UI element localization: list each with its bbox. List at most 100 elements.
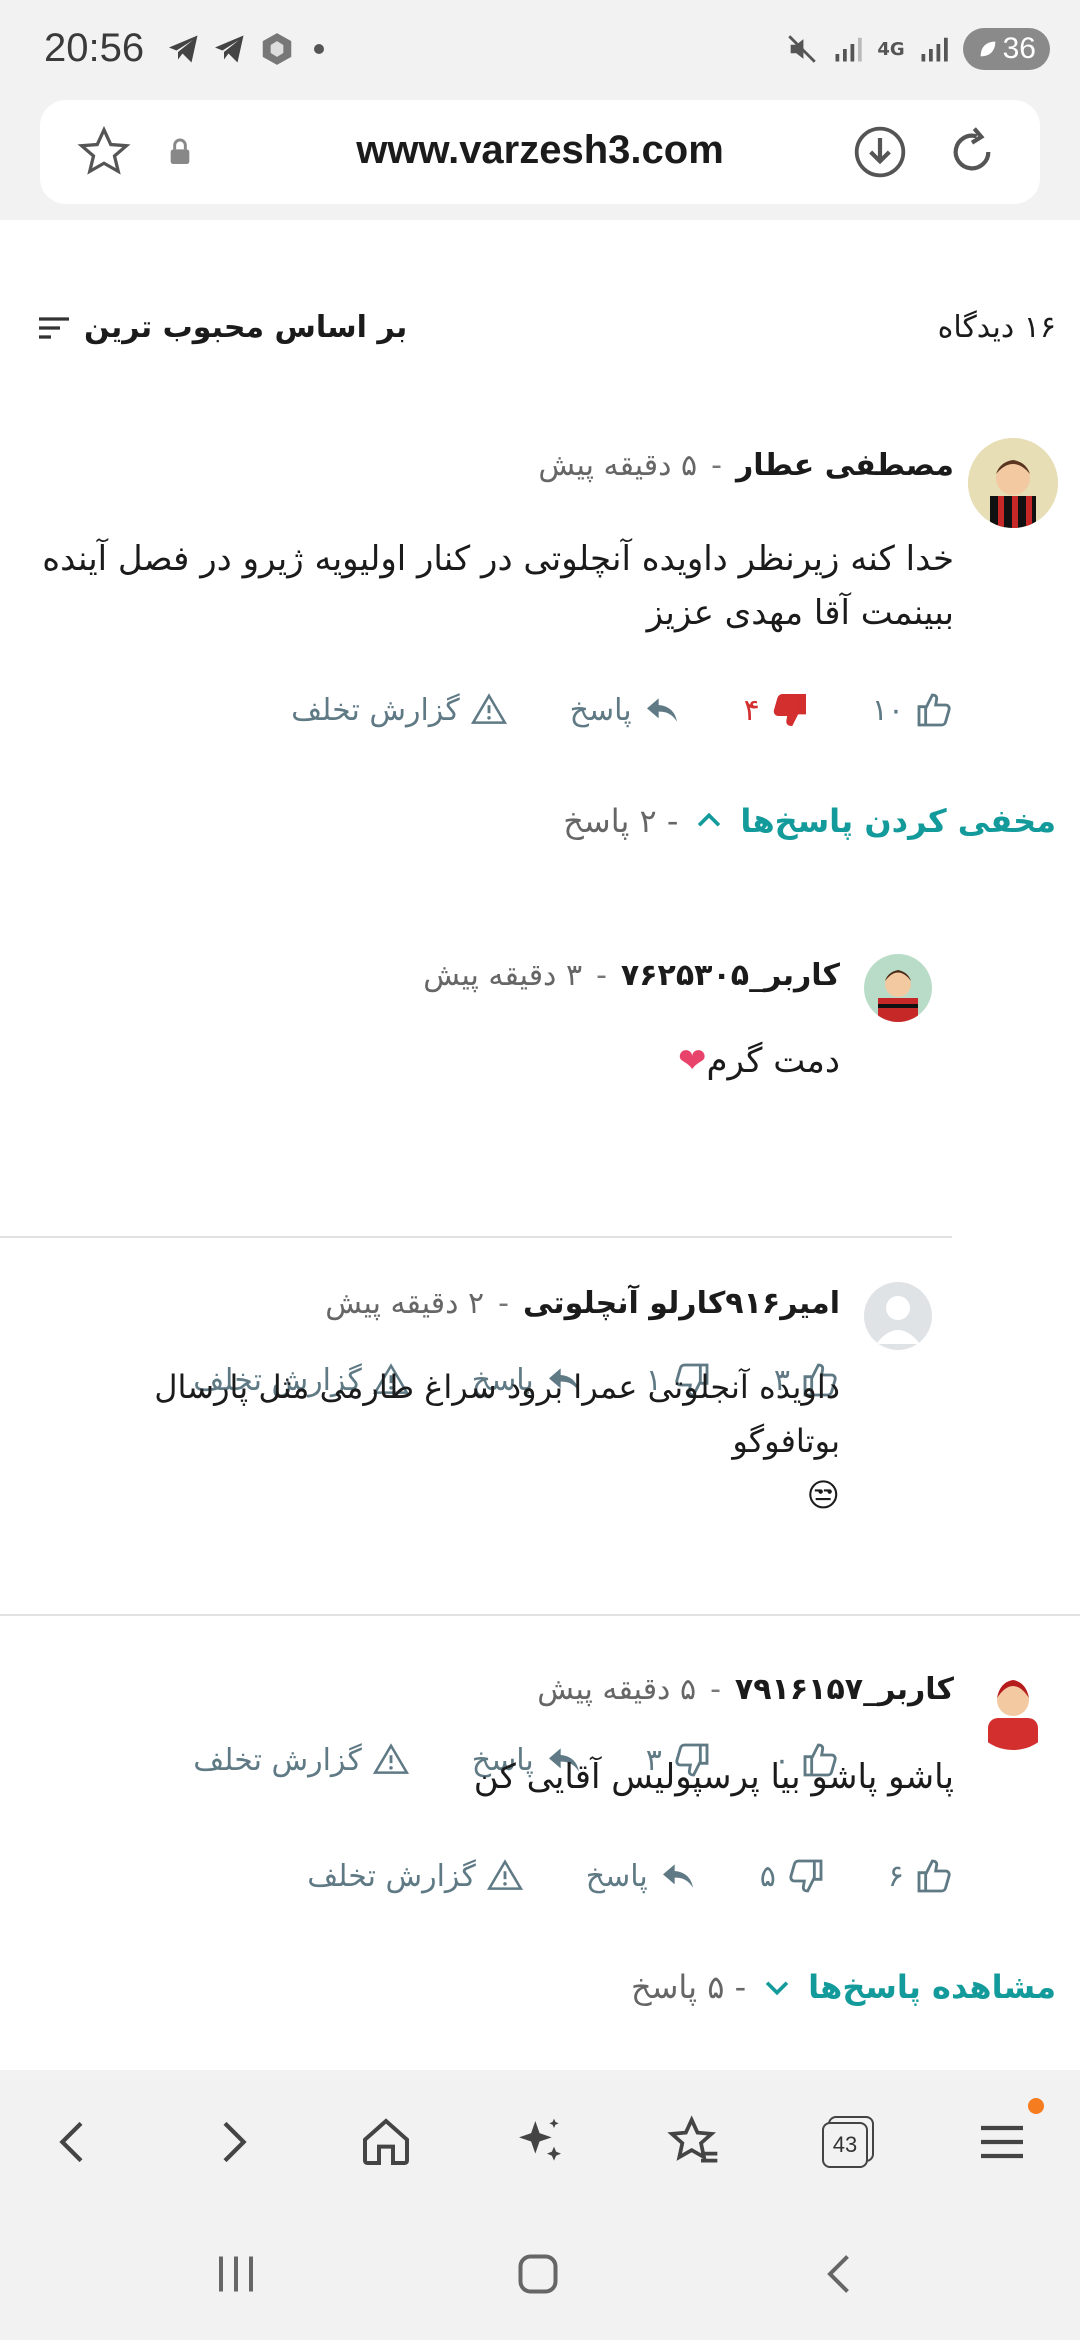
back-icon [827,2255,849,2293]
telegram-icon [215,35,244,63]
tabs-icon: 43 [822,2116,874,2168]
comment-text: دمت گرم❤ [677,1041,840,1081]
address-bar[interactable]: www.varzesh3.com [40,100,1040,204]
notification-dot-icon [314,44,324,54]
report-button[interactable]: گزارش تخلف [291,691,508,729]
comment-text: خدا کنه زیرنظر داویده آنچلوتی در کنار او… [42,539,954,633]
dislike-count: ۵ [759,1858,776,1894]
divider [0,1236,952,1238]
home-system-button[interactable] [508,2244,568,2308]
comment-text: داویده آنجلوتی عمرا برود سراغ طارمی مثل … [154,1368,840,1514]
hexagon-app-icon [262,33,292,65]
meta-separator: - [711,448,722,483]
warning-icon [486,1859,523,1890]
reply-count: - ۵ پاسخ [630,1968,747,2006]
report-button[interactable]: گزارش تخلف [307,1857,524,1895]
reply-label: پاسخ [569,692,632,728]
comment-time: ۲ دقیقه پیش [325,1286,485,1321]
avatar[interactable] [968,1660,1058,1750]
like-button[interactable]: ۶ [888,1856,954,1896]
telegram-icon [169,35,198,63]
sort-button[interactable]: بر اساس محبوب ترین [36,310,407,345]
avatar[interactable] [968,438,1058,528]
comment-time: ۳ دقیقه پیش [423,958,583,993]
browser-toolbar: www.varzesh3.com [0,100,1080,220]
battery-indicator: 36 [962,28,1050,70]
comment-actions: ۶ ۵ پاسخ گزارش تخلف [307,1856,954,1896]
sort-label: بر اساس محبوب ترین [84,310,408,345]
dislike-icon [789,1859,823,1893]
toggle-label: مشاهده پاسخ‌ها [808,1968,1056,2006]
unamused-emoji: 😒 [806,1476,840,1514]
recent-apps-icon [219,2256,253,2292]
home-button[interactable] [350,2106,422,2178]
like-count: ۱۰ [871,692,904,728]
forward-button[interactable] [196,2106,268,2178]
bookmarks-button[interactable] [658,2106,730,2178]
show-replies-toggle[interactable]: مشاهده پاسخ‌ها - ۵ پاسخ [631,1968,1056,2006]
ai-assistant-button[interactable] [504,2106,576,2178]
dislike-button[interactable]: ۴ [744,690,810,730]
hide-replies-toggle[interactable]: مخفی کردن پاسخ‌ها - ۲ پاسخ [563,802,1056,840]
reply-count: - ۲ پاسخ [563,802,679,840]
avatar[interactable] [864,954,932,1022]
signal-icon [921,37,948,62]
back-icon [59,2121,83,2163]
status-time: 20:56 [44,26,145,70]
reply-button[interactable]: پاسخ [586,1856,698,1896]
notification-dot-icon [1028,2098,1044,2114]
report-label: گزارش تخلف [291,692,460,728]
comment-author[interactable]: امیر۹۱۶کارلو آنچلوتی [523,1286,840,1321]
like-button[interactable]: ۱۰ [872,690,954,730]
reload-icon[interactable] [944,124,1000,180]
comment-meta: کاربر_۷۹۱۶۱۵۷-۵ دقیقه پیش [537,1672,954,1707]
chevron-up-icon [698,812,721,827]
heart-emoji: ❤ [677,1041,707,1081]
comment-author[interactable]: کاربر_۷۹۱۶۱۵۷ [735,1672,954,1707]
download-icon[interactable] [852,124,908,180]
comment-text: پاشو پاشو بیا پرسپولیس آقایی کن [473,1757,954,1797]
reply-icon [662,1864,693,1888]
comment-author[interactable]: کاربر_۷۶۲۵۳۰۵ [621,958,840,993]
leaf-icon [980,41,995,57]
recent-apps-button[interactable] [206,2244,266,2308]
menu-icon [981,2125,1023,2159]
reply-label: پاسخ [585,1858,648,1894]
system-back-button[interactable] [810,2244,870,2308]
status-bar: 20:56 4G 36 [0,0,1080,100]
bookmarks-icon [667,2115,718,2163]
comment-time: ۵ دقیقه پیش [538,448,698,483]
divider [0,1614,1080,1616]
sort-icon [39,316,69,339]
sparkle-icon [519,2118,561,2161]
comments-header: ۱۶ دیدگاه بر اساس محبوب ترین [0,310,1080,370]
chevron-down-icon [765,1981,789,1996]
tabs-button[interactable]: 43 [812,2106,884,2178]
home-square-icon [518,2254,558,2294]
meta-separator: - [596,958,607,993]
comment-meta: امیر۹۱۶کارلو آنچلوتی-۲ دقیقه پیش [325,1286,840,1321]
menu-button[interactable] [966,2098,1044,2178]
comment-author[interactable]: مصطفی عطار [736,448,954,483]
reply-icon [646,698,677,722]
back-button[interactable] [38,2106,110,2178]
dislike-icon [773,694,806,727]
home-icon [363,2118,409,2165]
browser-bottom-nav: 43 [0,2070,1080,2210]
toggle-label: مخفی کردن پاسخ‌ها [740,802,1056,840]
system-navigation-bar [0,2210,1080,2340]
reply-button[interactable]: پاسخ [570,690,682,730]
like-icon [917,1859,951,1893]
like-count: ۶ [887,1858,904,1894]
comment-meta: مصطفی عطار-۵ دقیقه پیش [538,448,954,483]
mute-icon [788,35,817,63]
meta-separator: - [498,1286,509,1321]
dislike-button[interactable]: ۵ [760,1856,826,1896]
comment-count: ۱۶ دیدگاه [937,310,1056,345]
comment-meta: کاربر_۷۶۲۵۳۰۵-۳ دقیقه پیش [423,958,840,993]
signal-icon [835,37,863,62]
comments-section: ۱۶ دیدگاه بر اساس محبوب ترین مصطفی عطار-… [0,220,1080,2070]
warning-icon [470,693,507,724]
network-type: 4G [877,38,905,60]
avatar[interactable] [864,1282,932,1350]
